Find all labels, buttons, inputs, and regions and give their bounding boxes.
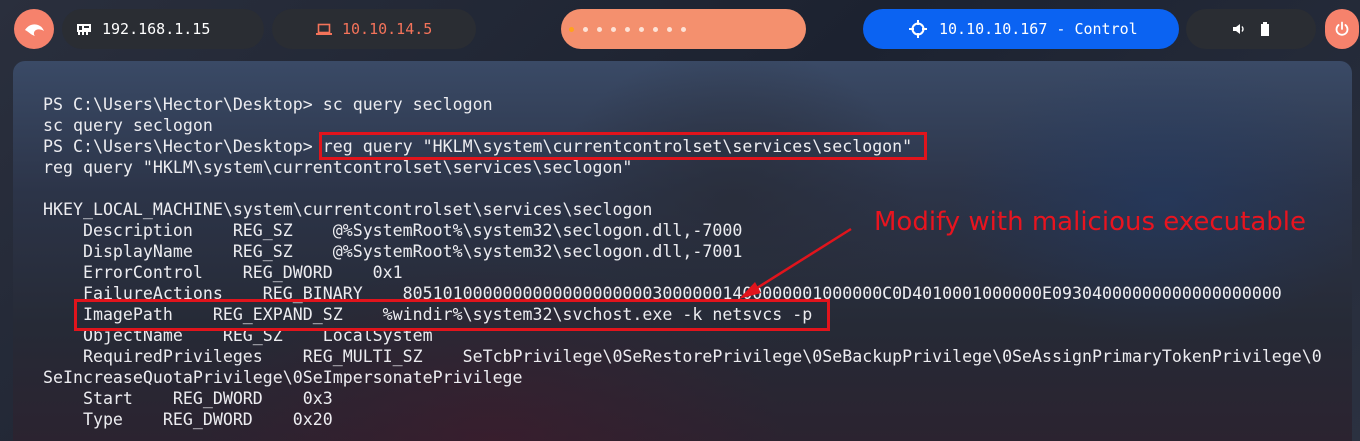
workspace-dot-1[interactable] xyxy=(569,26,574,32)
workspace-dot-2[interactable] xyxy=(583,26,588,32)
volume-icon[interactable] xyxy=(1232,23,1246,35)
terminal-line: PS C:\Users\Hector\Desktop> sc query sec… xyxy=(43,95,493,114)
workspace-dot-8[interactable] xyxy=(667,26,672,32)
vpn-ip-label: 10.10.14.5 xyxy=(342,20,433,38)
terminal-line: reg query "HKLM\system\currentcontrolset… xyxy=(43,158,633,177)
workspace-dot-9[interactable] xyxy=(681,26,686,32)
annotation-text: Modify with malicious executable xyxy=(874,207,1307,237)
workspace-dot-6[interactable] xyxy=(639,26,644,32)
workspace-dot-4[interactable] xyxy=(611,26,616,32)
terminal-line: DisplayName REG_SZ @%SystemRoot%\system3… xyxy=(43,242,743,261)
laptop-icon xyxy=(316,23,332,36)
terminal-line: ErrorControl REG_DWORD 0x1 xyxy=(43,263,403,282)
kali-menu-button[interactable] xyxy=(14,9,54,49)
highlight-box-imagepath xyxy=(74,299,830,331)
terminal-window[interactable]: PS C:\Users\Hector\Desktop> sc query sec… xyxy=(13,61,1352,441)
local-ip-widget[interactable]: 192.168.1.15 xyxy=(62,9,264,49)
terminal-line: Start REG_DWORD 0x3 xyxy=(43,389,333,408)
network-card-icon xyxy=(76,22,92,36)
power-button[interactable] xyxy=(1325,9,1359,49)
top-panel: 192.168.1.15 10.10.14.5 10.10.10.167 - C… xyxy=(0,0,1360,60)
workspace-switcher[interactable] xyxy=(561,9,806,49)
vpn-ip-widget[interactable]: 10.10.14.5 xyxy=(272,9,476,49)
workspace-dot-5[interactable] xyxy=(625,26,630,32)
terminal-line: RequiredPrivileges REG_MULTI_SZ SeTcbPri… xyxy=(43,347,1322,366)
target-widget[interactable]: 10.10.10.167 - Control xyxy=(863,9,1179,49)
workspace-dot-3[interactable] xyxy=(597,26,602,32)
terminal-line: Type REG_DWORD 0x20 xyxy=(43,410,333,429)
terminal-line: SeIncreaseQuotaPrivilege\0SeImpersonateP… xyxy=(43,368,523,387)
target-label: 10.10.10.167 - Control xyxy=(939,20,1138,38)
local-ip-label: 192.168.1.15 xyxy=(102,20,211,38)
crosshair-icon xyxy=(909,20,927,38)
system-tray[interactable] xyxy=(1186,9,1316,49)
highlight-box-reg-query xyxy=(319,132,927,160)
kali-dragon-icon xyxy=(23,21,45,37)
power-icon xyxy=(1334,21,1350,37)
battery-icon[interactable] xyxy=(1260,22,1270,36)
workspace-dot-7[interactable] xyxy=(653,26,658,32)
